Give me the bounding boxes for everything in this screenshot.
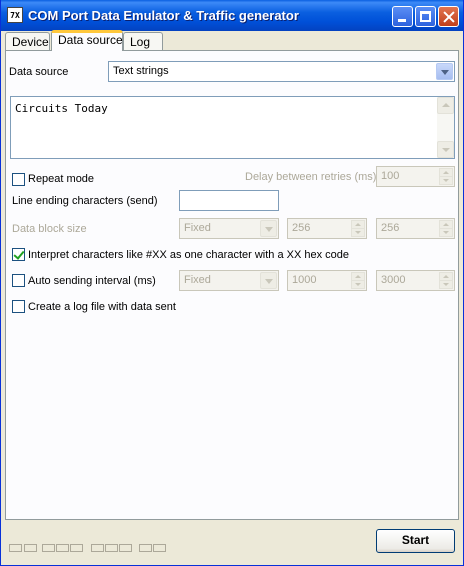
tab-data-source[interactable]: Data source — [51, 30, 123, 51]
minimize-icon — [398, 19, 406, 22]
start-button[interactable]: Start — [376, 529, 455, 553]
text-strings-content: Circuits Today — [15, 102, 108, 115]
auto-sending-checkbox[interactable] — [12, 274, 25, 287]
line-ending-label: Line ending characters (send) — [12, 195, 158, 207]
maximize-icon — [420, 11, 431, 22]
text-strings-editor[interactable]: Circuits Today — [10, 96, 455, 159]
auto-sending-min-spinner[interactable]: 1000 — [287, 270, 367, 291]
status-cell — [139, 544, 152, 552]
data-block-size-label: Data block size — [12, 223, 87, 235]
spin-down-icon[interactable] — [439, 280, 453, 289]
status-cell — [153, 544, 166, 552]
status-cell — [105, 544, 118, 552]
status-cell — [56, 544, 69, 552]
interpret-hex-label[interactable]: Interpret characters like #XX as one cha… — [28, 249, 349, 261]
chevron-down-icon[interactable] — [436, 63, 453, 80]
maximize-button[interactable] — [415, 6, 436, 27]
title-bar[interactable]: 7X COM Port Data Emulator & Traffic gene… — [1, 0, 463, 31]
spin-down-icon[interactable] — [351, 280, 365, 289]
auto-sending-min-value: 1000 — [292, 274, 317, 286]
status-cell — [70, 544, 83, 552]
app-window: 7X COM Port Data Emulator & Traffic gene… — [0, 0, 464, 566]
status-cell — [9, 544, 22, 552]
spin-down-icon[interactable] — [351, 228, 365, 237]
scroll-up-icon[interactable] — [437, 97, 454, 114]
delay-label: Delay between retries (ms) — [245, 171, 377, 183]
delay-value: 100 — [381, 170, 400, 182]
tab-log[interactable]: Log — [123, 32, 163, 50]
auto-sending-label[interactable]: Auto sending interval (ms) — [28, 275, 156, 287]
minimize-button[interactable] — [392, 6, 413, 27]
vertical-scrollbar[interactable] — [437, 97, 454, 158]
data-source-select[interactable]: Text strings — [108, 61, 455, 82]
data-block-max-spinner[interactable]: 256 — [376, 218, 455, 239]
auto-sending-max-value: 3000 — [381, 274, 406, 286]
close-button[interactable] — [438, 6, 459, 27]
tab-device[interactable]: Device — [5, 32, 50, 50]
window-title: COM Port Data Emulator & Traffic generat… — [28, 8, 299, 23]
repeat-mode-label[interactable]: Repeat mode — [28, 173, 94, 185]
data-source-value: Text strings — [113, 65, 169, 77]
status-cell — [42, 544, 55, 552]
line-ending-input[interactable] — [179, 190, 279, 211]
data-block-min-value: 256 — [292, 222, 311, 234]
log-file-checkbox[interactable] — [12, 300, 25, 313]
interpret-hex-checkbox[interactable] — [12, 248, 25, 261]
chevron-down-icon[interactable] — [260, 220, 277, 237]
auto-sending-max-spinner[interactable]: 3000 — [376, 270, 455, 291]
scroll-down-icon[interactable] — [437, 141, 454, 158]
chevron-down-icon[interactable] — [260, 272, 277, 289]
data-block-mode-select[interactable]: Fixed — [179, 218, 279, 239]
status-cell — [91, 544, 104, 552]
spin-down-icon[interactable] — [439, 228, 453, 237]
log-file-label[interactable]: Create a log file with data sent — [28, 301, 176, 313]
delay-spinner[interactable]: 100 — [376, 166, 455, 187]
auto-sending-mode-select[interactable]: Fixed — [179, 270, 279, 291]
spin-down-icon[interactable] — [439, 176, 453, 185]
repeat-mode-checkbox[interactable] — [12, 173, 25, 186]
data-block-mode-value: Fixed — [184, 222, 211, 234]
data-block-min-spinner[interactable]: 256 — [287, 218, 367, 239]
status-cell — [24, 544, 37, 552]
app-icon: 7X — [7, 7, 23, 23]
data-block-max-value: 256 — [381, 222, 400, 234]
status-cell — [119, 544, 132, 552]
data-source-label: Data source — [9, 66, 69, 78]
auto-sending-mode-value: Fixed — [184, 274, 211, 286]
